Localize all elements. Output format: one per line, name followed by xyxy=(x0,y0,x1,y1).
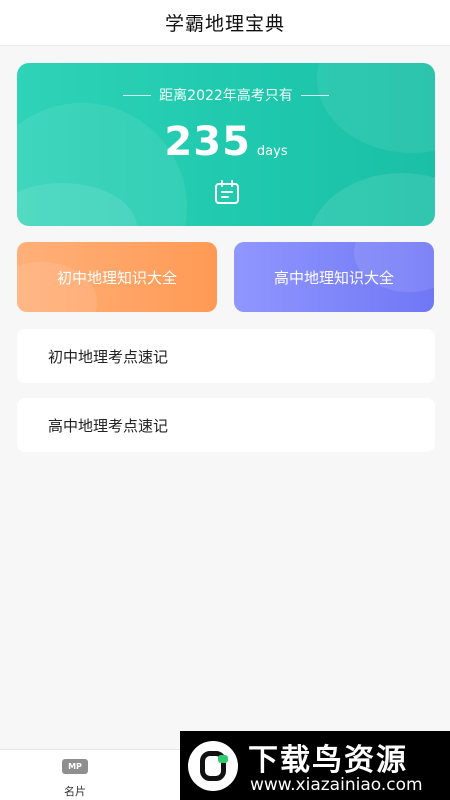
button-label: 初中地理知识大全 xyxy=(56,268,177,287)
divider-line xyxy=(123,94,152,96)
page-title: 学霸地理宝典 xyxy=(164,13,285,35)
countdown-subtitle-row: 距离2022年高考只有 xyxy=(17,85,435,105)
junior-geography-knowledge-button[interactable]: 初中地理知识大全 xyxy=(17,242,217,312)
bird-logo-icon xyxy=(188,741,238,791)
calendar-icon[interactable] xyxy=(214,179,240,205)
countdown-number-row: 235 days xyxy=(17,119,435,165)
senior-exam-points-item[interactable]: 高中地理考点速记 xyxy=(17,398,435,452)
tab-label: 名片 xyxy=(64,785,86,798)
top-bar: 学霸地理宝典 xyxy=(0,0,450,46)
tab-business-card[interactable]: MP 名片 xyxy=(50,759,100,799)
watermark-url: www.xiazainiao.com xyxy=(250,775,423,795)
mp-icon: MP xyxy=(62,759,88,774)
button-label: 高中地理知识大全 xyxy=(273,268,394,287)
countdown-subtitle: 距离2022年高考只有 xyxy=(159,88,293,104)
senior-geography-knowledge-button[interactable]: 高中地理知识大全 xyxy=(234,242,434,312)
decor-circle xyxy=(307,173,435,226)
list-item-label: 初中地理考点速记 xyxy=(48,347,169,366)
divider-line xyxy=(300,94,329,96)
junior-exam-points-item[interactable]: 初中地理考点速记 xyxy=(17,329,435,383)
list-item-label: 高中地理考点速记 xyxy=(48,416,169,435)
watermark-banner: 下载鸟资源 www.xiazainiao.com xyxy=(180,731,450,800)
countdown-days-unit: days xyxy=(256,144,288,159)
exam-countdown-card: 距离2022年高考只有 235 days xyxy=(17,63,435,226)
countdown-days-number: 235 xyxy=(164,119,251,165)
watermark-title: 下载鸟资源 xyxy=(248,743,408,778)
